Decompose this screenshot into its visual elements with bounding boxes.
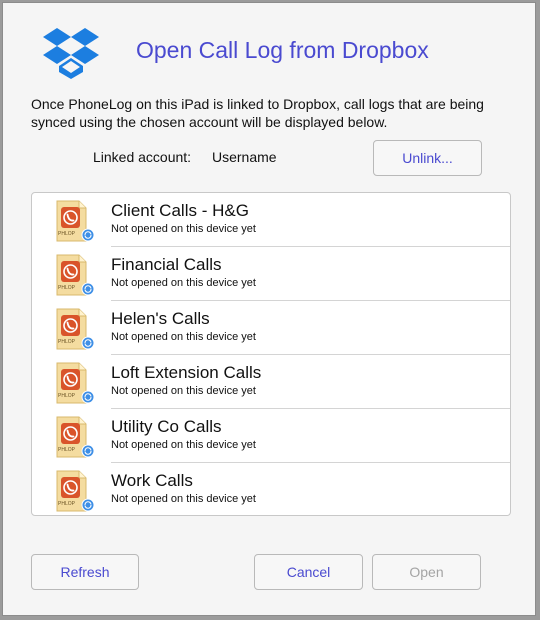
file-name: Financial Calls	[111, 255, 222, 274]
file-icon-label: PHLOP	[58, 231, 76, 237]
linked-account-row: Linked account: Username	[93, 149, 277, 165]
cancel-button[interactable]: Cancel	[254, 554, 363, 590]
phonelog-file-icon: PHLOP	[56, 200, 95, 242]
dialog-title: Open Call Log from Dropbox	[136, 37, 429, 63]
sync-badge-icon	[81, 498, 95, 512]
phonelog-file-icon: PHLOP	[56, 308, 95, 350]
unlink-button[interactable]: Unlink...	[373, 140, 482, 176]
file-icon-label: PHLOP	[58, 447, 76, 453]
file-status: Not opened on this device yet	[111, 277, 256, 289]
file-name: Work Calls	[111, 471, 193, 490]
linked-account-value: Username	[211, 149, 277, 165]
file-icon-label: PHLOP	[58, 501, 76, 507]
phonelog-file-icon: PHLOP	[56, 416, 95, 458]
phonelog-file-icon: PHLOP	[56, 470, 95, 512]
sync-badge-icon	[81, 228, 95, 242]
list-item[interactable]: PHLOP Client Calls - H&G Not opened on t…	[32, 193, 510, 247]
call-log-list: PHLOP Client Calls - H&G Not opened on t…	[31, 192, 511, 516]
open-call-log-dialog: Open Call Log from Dropbox Once PhoneLog…	[2, 2, 536, 616]
phonelog-file-icon: PHLOP	[56, 254, 95, 296]
file-status: Not opened on this device yet	[111, 385, 256, 397]
linked-account-label: Linked account:	[93, 149, 192, 165]
sync-badge-icon	[81, 336, 95, 350]
file-icon-label: PHLOP	[58, 339, 76, 345]
file-status: Not opened on this device yet	[111, 439, 256, 451]
open-button[interactable]: Open	[372, 554, 481, 590]
dropbox-logo-icon	[43, 28, 99, 79]
file-status: Not opened on this device yet	[111, 223, 256, 235]
dialog-description: Once PhoneLog on this iPad is linked to …	[31, 96, 484, 130]
list-item[interactable]: PHLOP Financial Calls Not opened on this…	[32, 247, 510, 301]
sync-badge-icon	[81, 444, 95, 458]
list-item[interactable]: PHLOP Helen's Calls Not opened on this d…	[32, 301, 510, 355]
sync-badge-icon	[81, 282, 95, 296]
file-name: Loft Extension Calls	[111, 363, 262, 382]
file-icon-label: PHLOP	[58, 285, 76, 291]
phonelog-file-icon: PHLOP	[56, 362, 95, 404]
list-item[interactable]: PHLOP Loft Extension Calls Not opened on…	[32, 355, 510, 409]
file-status: Not opened on this device yet	[111, 493, 256, 505]
file-name: Helen's Calls	[111, 309, 210, 328]
refresh-button[interactable]: Refresh	[31, 554, 139, 590]
list-item[interactable]: PHLOP Work Calls Not opened on this devi…	[32, 463, 510, 515]
file-icon-label: PHLOP	[58, 393, 76, 399]
file-status: Not opened on this device yet	[111, 331, 256, 343]
list-item[interactable]: PHLOP Utility Co Calls Not opened on thi…	[32, 409, 510, 463]
file-name: Client Calls - H&G	[111, 201, 249, 220]
sync-badge-icon	[81, 390, 95, 404]
file-name: Utility Co Calls	[111, 417, 222, 436]
